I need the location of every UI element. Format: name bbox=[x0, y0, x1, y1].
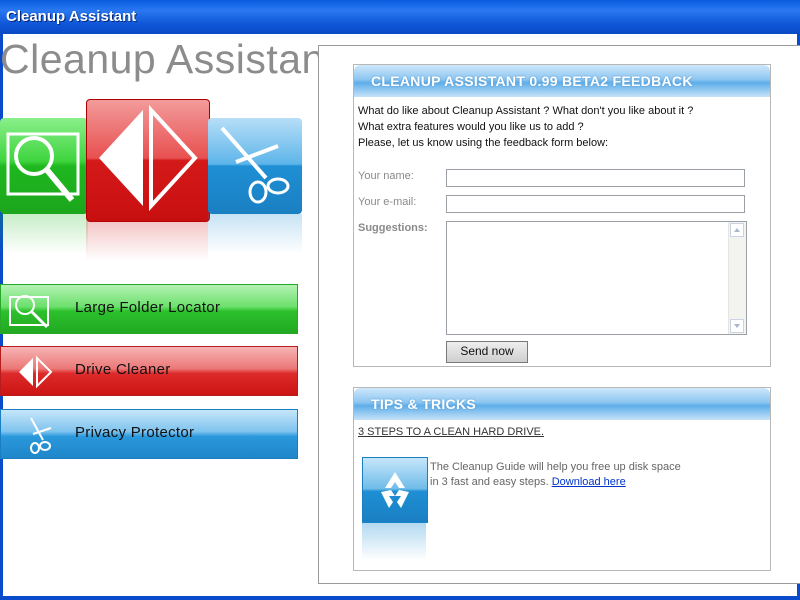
guide-text-line: The Cleanup Guide will help you free up … bbox=[430, 461, 681, 473]
scroll-down-button[interactable] bbox=[730, 319, 744, 333]
guide-text-fragment: in 3 fast and easy steps. bbox=[430, 476, 549, 488]
download-link[interactable]: Download here bbox=[552, 476, 626, 488]
intro-line: What do like about Cleanup Assistant ? W… bbox=[358, 105, 694, 117]
diamond-icon bbox=[99, 104, 198, 212]
icon-reflection bbox=[362, 522, 426, 560]
tips-panel-header: TIPS & TRICKS bbox=[354, 388, 770, 420]
nav-privacy-protector[interactable]: Privacy Protector bbox=[0, 409, 298, 459]
guide-description: The Cleanup Guide will help you free up … bbox=[430, 460, 681, 490]
feedback-panel-header: CLEANUP ASSISTANT 0.99 BETA2 FEEDBACK bbox=[354, 65, 770, 97]
feedback-panel: CLEANUP ASSISTANT 0.99 BETA2 FEEDBACK Wh… bbox=[353, 64, 771, 367]
recycle-icon bbox=[362, 457, 428, 523]
name-label: Your name: bbox=[358, 170, 414, 182]
suggestions-textarea[interactable] bbox=[446, 221, 747, 335]
scroll-up-button[interactable] bbox=[730, 223, 744, 237]
nav-label: Large Folder Locator bbox=[75, 299, 221, 316]
diamond-icon bbox=[19, 355, 53, 389]
email-label: Your e-mail: bbox=[358, 196, 417, 208]
tips-heading: TIPS & TRICKS bbox=[371, 396, 477, 412]
window-frame-bottom bbox=[0, 596, 800, 600]
tile-reflection bbox=[86, 221, 208, 261]
magnifier-icon bbox=[9, 295, 49, 329]
intro-line: What extra features would you like us to… bbox=[358, 121, 584, 133]
scissors-icon bbox=[30, 417, 52, 454]
suggestions-label: Suggestions: bbox=[358, 222, 428, 234]
suggestions-scrollbar[interactable] bbox=[728, 222, 746, 334]
feedback-heading: CLEANUP ASSISTANT 0.99 BETA2 FEEDBACK bbox=[371, 73, 693, 89]
scissors-icon bbox=[220, 126, 290, 204]
nav-label: Privacy Protector bbox=[75, 424, 195, 441]
drive-cleaner-tile[interactable] bbox=[86, 99, 210, 222]
guide-text-line-2: in 3 fast and easy steps. Download here bbox=[430, 475, 681, 490]
large-folder-locator-tile[interactable] bbox=[0, 118, 88, 214]
recycle-glyph bbox=[381, 472, 409, 508]
nav-large-folder-locator[interactable]: Large Folder Locator bbox=[0, 284, 298, 334]
name-input[interactable] bbox=[446, 169, 745, 187]
send-now-button[interactable]: Send now bbox=[446, 341, 528, 363]
intro-line: Please, let us know using the feedback f… bbox=[358, 137, 609, 149]
nav-label: Drive Cleaner bbox=[75, 361, 171, 378]
tile-reflection bbox=[208, 214, 302, 254]
title-bar[interactable]: Cleanup Assistant bbox=[0, 0, 800, 34]
app-title: Cleanup Assistant bbox=[0, 36, 337, 82]
privacy-protector-tile[interactable] bbox=[208, 118, 302, 214]
magnifier-icon bbox=[6, 132, 80, 202]
clean-hard-drive-link[interactable]: 3 STEPS TO A CLEAN HARD DRIVE. bbox=[358, 426, 544, 438]
tile-reflection bbox=[0, 214, 88, 254]
email-input[interactable] bbox=[446, 195, 745, 213]
window-title: Cleanup Assistant bbox=[6, 8, 137, 25]
tips-panel: TIPS & TRICKS 3 STEPS TO A CLEAN HARD DR… bbox=[353, 387, 771, 571]
nav-drive-cleaner[interactable]: Drive Cleaner bbox=[0, 346, 298, 396]
feedback-intro: What do like about Cleanup Assistant ? W… bbox=[358, 103, 693, 151]
